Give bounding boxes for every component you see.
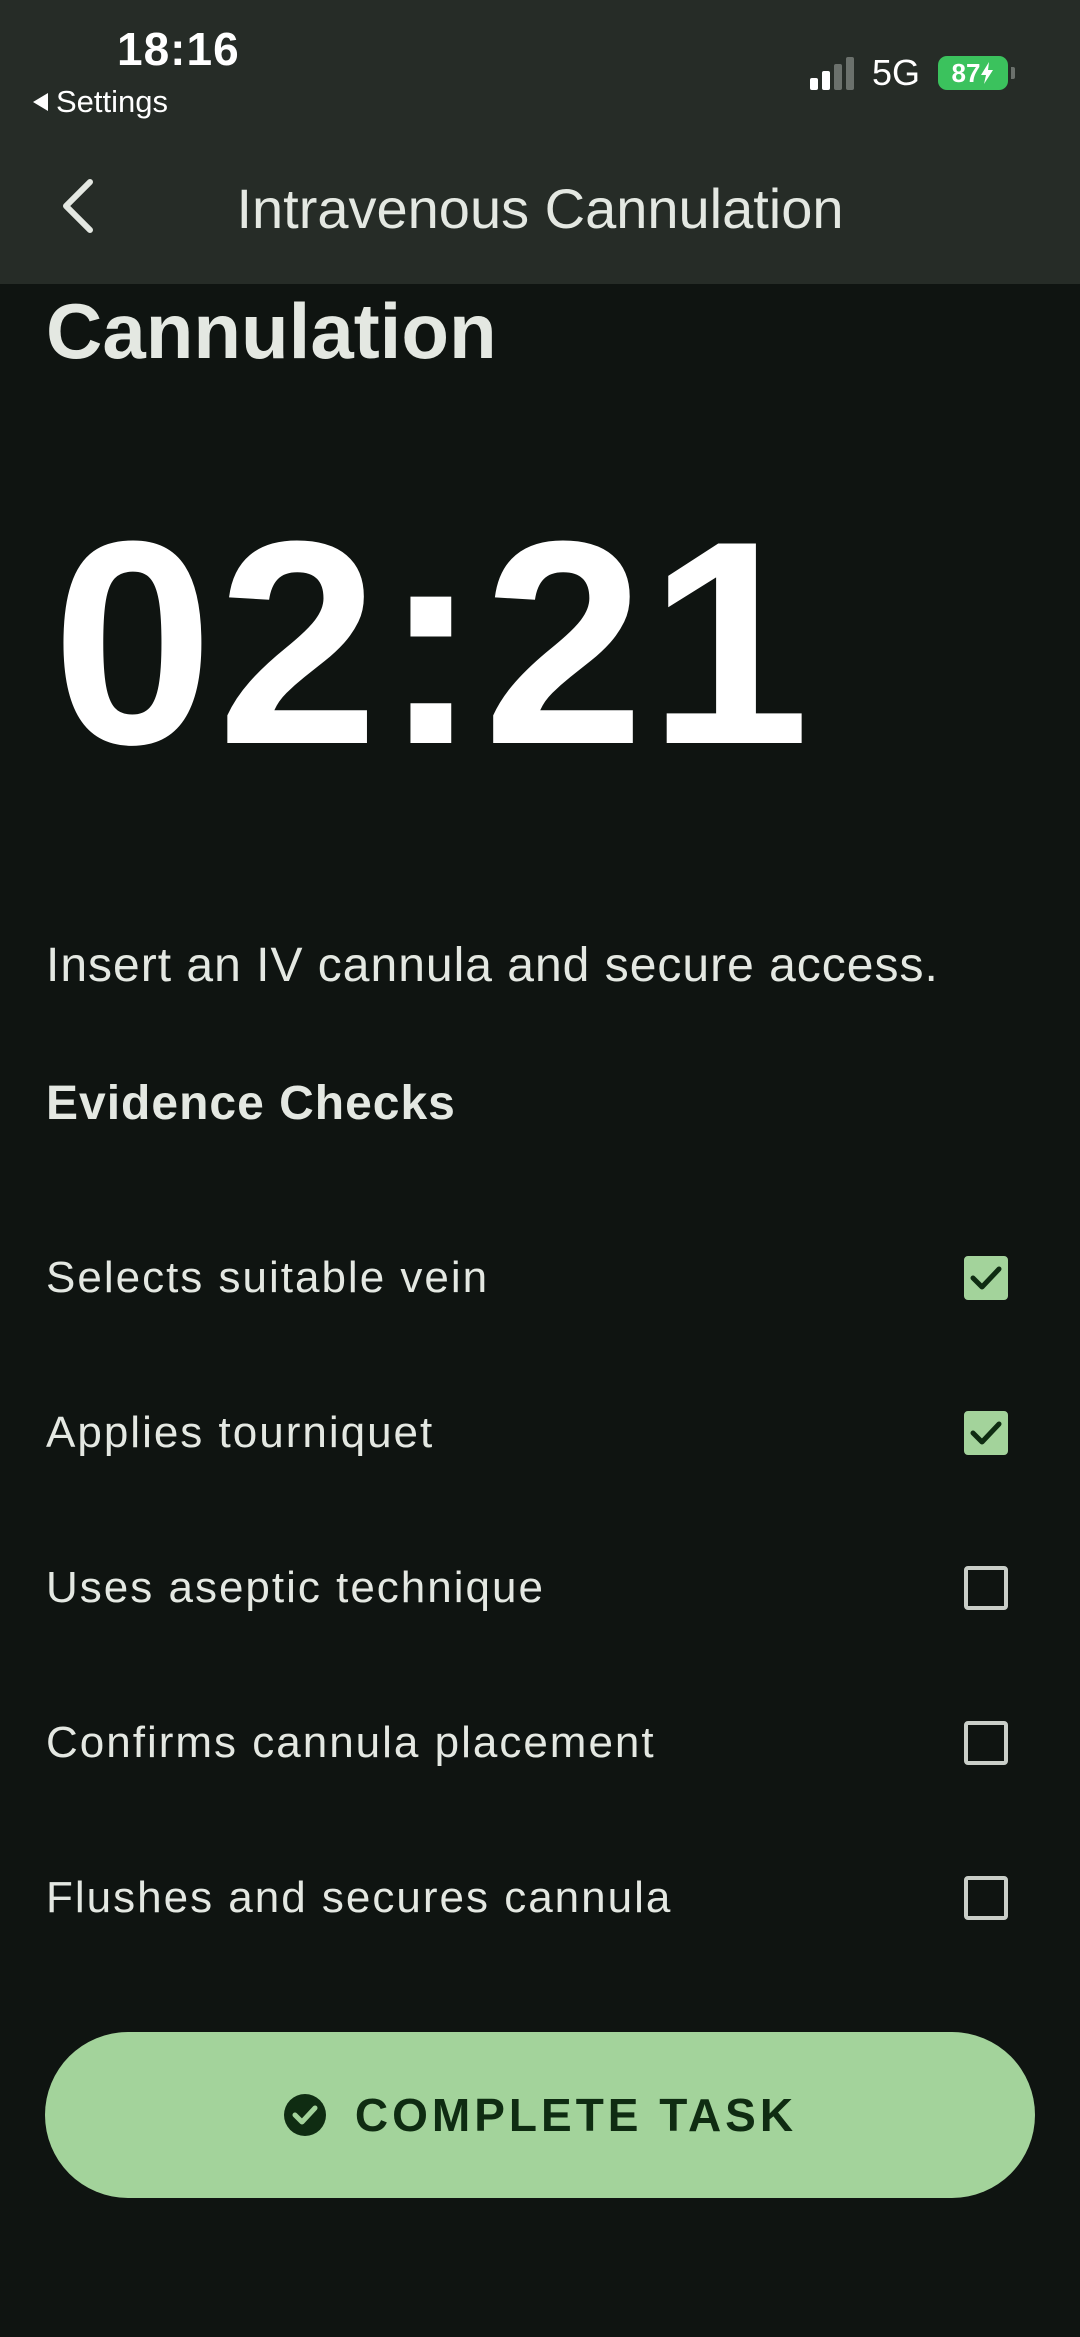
checkbox[interactable] [964, 1410, 1008, 1455]
status-time: 18:16 [117, 23, 240, 75]
check-label: Uses aseptic technique [46, 1562, 545, 1612]
check-label: Applies tourniquet [46, 1407, 435, 1457]
check-label: Selects suitable vein [46, 1252, 490, 1302]
checkbox[interactable] [964, 1720, 1008, 1765]
check-circle-icon [283, 2094, 326, 2136]
check-row-confirms-placement[interactable]: Confirms cannula placement [46, 1665, 1008, 1820]
battery-level: 87 [951, 57, 981, 88]
task-description: Insert an IV cannula and secure access. [46, 939, 939, 992]
nav-title: Intravenous Cannulation [236, 177, 844, 240]
checkmark-icon [970, 1421, 1002, 1444]
checkbox[interactable] [964, 1565, 1008, 1610]
battery-icon: 87 [938, 56, 1015, 90]
complete-task-button[interactable]: COMPLETE TASK [45, 2032, 1035, 2198]
app-header: 18:16 Settings 5G 87 Intravenous Cannula… [0, 0, 1080, 284]
status-back-to-app[interactable]: Settings [33, 84, 168, 120]
checkbox[interactable] [964, 1255, 1008, 1300]
checkbox[interactable] [964, 1875, 1008, 1920]
checkmark-icon [970, 1266, 1002, 1289]
task-timer: 02:21 [52, 481, 814, 805]
status-indicators: 5G 87 [809, 52, 1015, 94]
check-row-flushes-secures[interactable]: Flushes and secures cannula [46, 1820, 1008, 1975]
back-triangle-icon [33, 93, 48, 111]
evidence-checks-title: Evidence Checks [46, 1077, 456, 1130]
check-row-selects-vein[interactable]: Selects suitable vein [46, 1200, 1008, 1355]
check-row-aseptic-technique[interactable]: Uses aseptic technique [46, 1510, 1008, 1665]
page-heading: Cannulation [46, 287, 497, 375]
charging-bolt-icon [981, 62, 994, 84]
cellular-signal-icon [809, 56, 854, 90]
evidence-checks-list: Selects suitable vein Applies tourniquet… [46, 1200, 1008, 1975]
check-label: Confirms cannula placement [46, 1717, 656, 1767]
check-label: Flushes and secures cannula [46, 1872, 673, 1922]
network-type: 5G [871, 52, 920, 93]
check-row-applies-tourniquet[interactable]: Applies tourniquet [46, 1355, 1008, 1510]
status-back-label: Settings [56, 84, 169, 119]
complete-task-label: COMPLETE TASK [354, 2089, 798, 2141]
